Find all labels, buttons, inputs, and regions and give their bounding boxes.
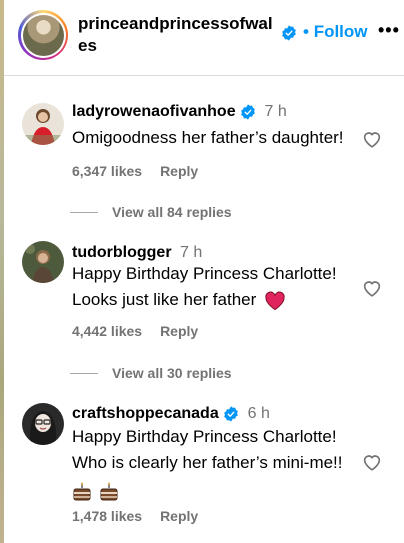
comment-text-line: Who is clearly her father’s mini-me!!: [72, 453, 343, 472]
more-options-button[interactable]: •••: [378, 20, 400, 41]
follow-button[interactable]: • Follow: [303, 22, 368, 42]
view-replies-label: View all 30 replies: [112, 365, 232, 381]
comment-time: 6 h: [247, 405, 270, 422]
comment-username[interactable]: ladyrowenaofivanhoe: [72, 103, 236, 120]
verified-badge-icon: [241, 104, 255, 120]
comment-text-line: Happy Birthday Princess Charlotte!: [72, 427, 337, 446]
view-replies-button[interactable]: View all 30 replies: [70, 365, 232, 381]
comment-username[interactable]: craftshoppecanada: [72, 405, 219, 422]
cake-emoji-icon: [73, 481, 91, 501]
post-header: princeandprincessofwales • Follow •••: [4, 0, 404, 76]
comment-meta: 6,347 likes Reply: [72, 163, 216, 179]
reply-button[interactable]: Reply: [160, 508, 198, 524]
comment-header: ladyrowenaofivanhoe 7 h: [72, 103, 287, 121]
header-username[interactable]: princeandprincessofwales: [78, 13, 278, 57]
comment-text: Happy Birthday Princess Charlotte! Looks…: [72, 261, 362, 313]
comment-time: 7 h: [180, 244, 203, 261]
comment-header: craftshoppecanada 6 h: [72, 405, 270, 423]
view-replies-button[interactable]: View all 84 replies: [70, 204, 232, 220]
commenter-avatar[interactable]: [22, 241, 64, 283]
reply-button[interactable]: Reply: [160, 163, 198, 179]
heart-outline-icon[interactable]: [361, 451, 383, 473]
comment-text-line: Happy Birthday Princess Charlotte!: [72, 264, 337, 283]
comment-text-line-wrapper: Looks just like her father: [72, 287, 362, 313]
verified-badge-icon: [224, 406, 238, 422]
dot-separator: •: [303, 22, 314, 41]
cake-emoji-icon: [100, 481, 118, 501]
reply-button[interactable]: Reply: [160, 323, 198, 339]
divider: [70, 372, 98, 374]
divider: [70, 211, 98, 213]
comment-text: Happy Birthday Princess Charlotte! Who i…: [72, 424, 362, 504]
comment-text: Omigoodness her father’s daughter!: [72, 128, 344, 147]
like-count[interactable]: 6,347 likes: [72, 163, 142, 179]
commenter-avatar[interactable]: [22, 103, 64, 145]
comment-meta: 4,442 likes Reply: [72, 323, 216, 339]
verified-badge-icon: [282, 25, 296, 41]
view-replies-label: View all 84 replies: [112, 204, 232, 220]
profile-avatar[interactable]: [18, 10, 68, 60]
comment-meta: 1,478 likes Reply: [72, 508, 216, 524]
like-count[interactable]: 1,478 likes: [72, 508, 142, 524]
emoji-row: [72, 478, 362, 504]
red-heart-emoji-icon: [265, 291, 285, 310]
comment-text-line: Looks just like her father: [72, 290, 257, 309]
comment-username[interactable]: tudorblogger: [72, 244, 172, 261]
comment-header: tudorblogger 7 h: [72, 244, 202, 262]
background-strip: [0, 0, 4, 543]
like-count[interactable]: 4,442 likes: [72, 323, 142, 339]
heart-outline-icon[interactable]: [361, 128, 383, 150]
commenter-avatar[interactable]: [22, 403, 64, 445]
comment-time: 7 h: [264, 103, 287, 120]
heart-outline-icon[interactable]: [361, 277, 383, 299]
